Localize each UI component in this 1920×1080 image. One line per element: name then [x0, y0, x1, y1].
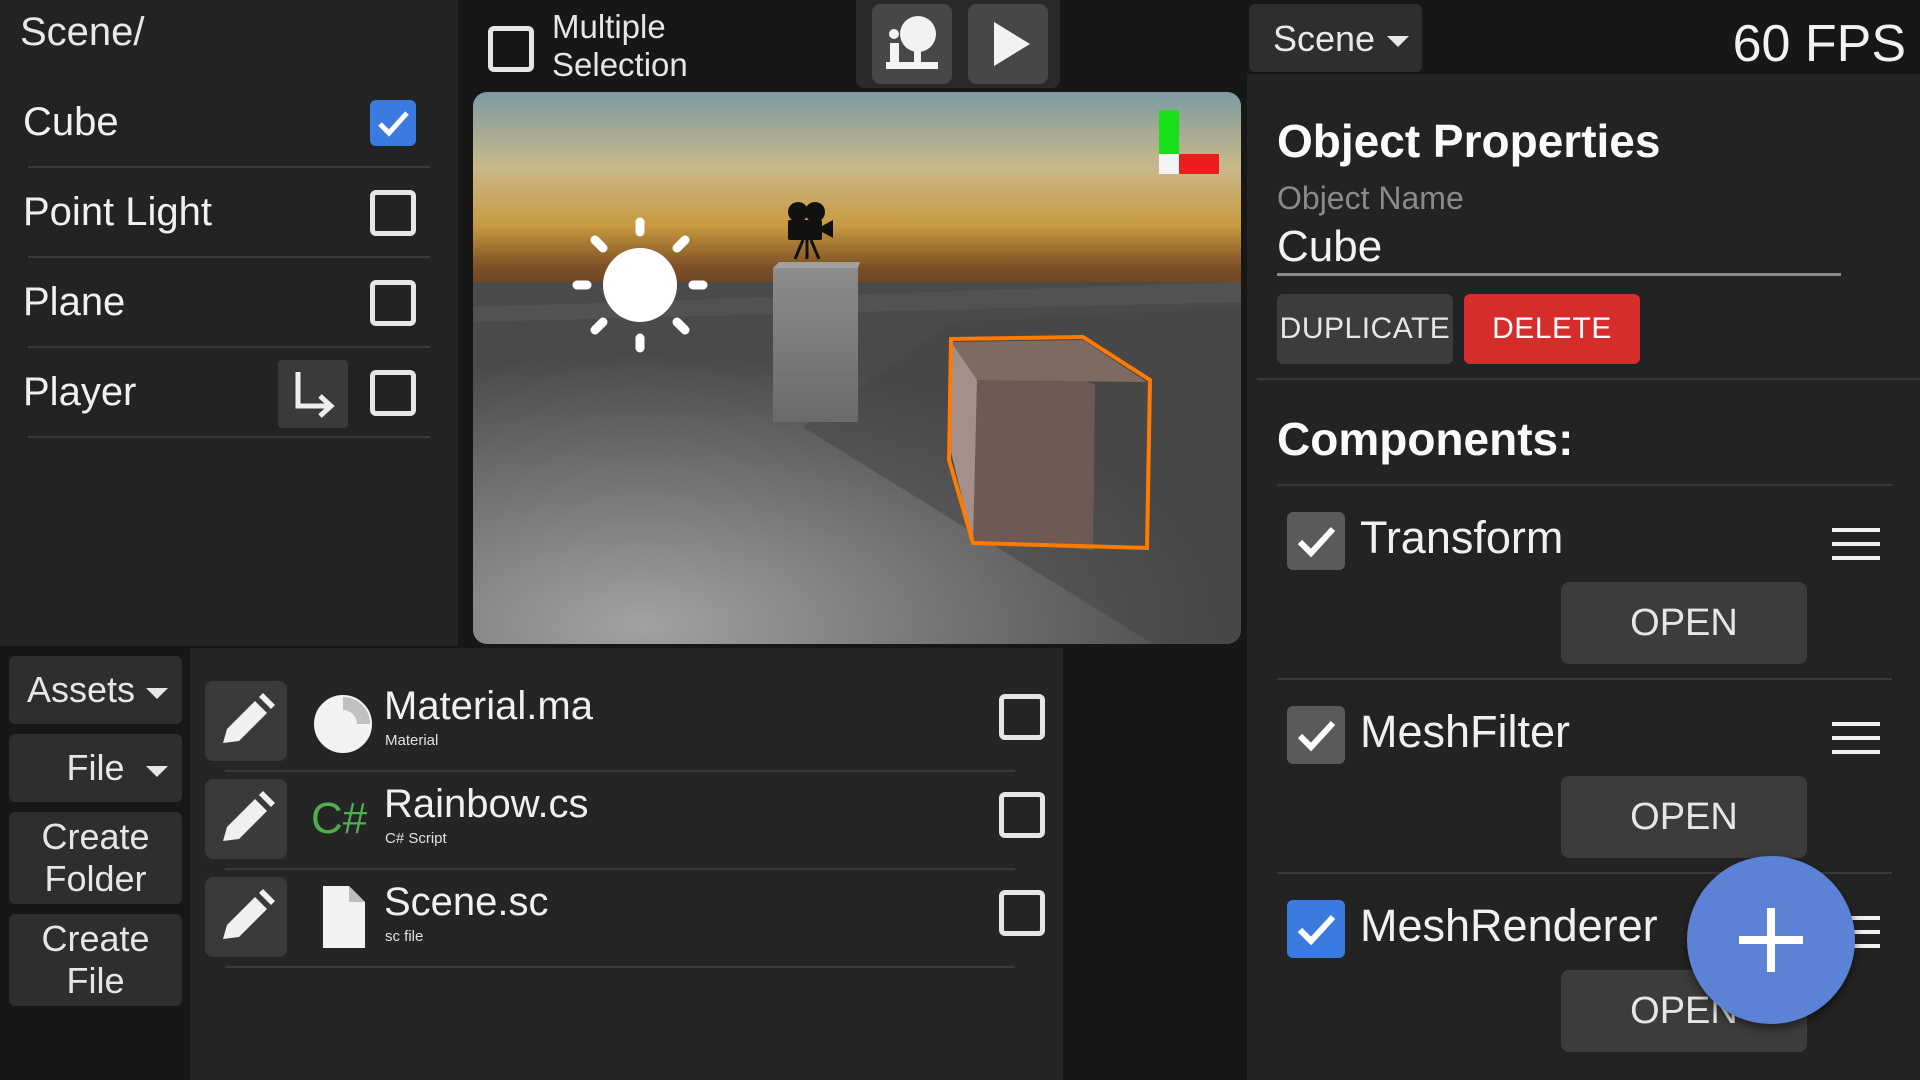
open-component-button[interactable]: OPEN [1561, 582, 1807, 664]
expand-children-button[interactable] [278, 360, 348, 428]
asset-name: Scene.sc [384, 880, 549, 924]
scene-viewport[interactable] [473, 92, 1241, 644]
asset-list: Material.ma Material C# Rainbow.cs C# Sc… [190, 648, 1063, 1080]
plus-icon [1739, 908, 1803, 972]
hierarchy-path: Scene/ [20, 10, 145, 54]
duplicate-button[interactable]: DUPLICATE [1277, 294, 1453, 364]
hierarchy-item-plane[interactable]: Plane [23, 258, 430, 348]
component-enabled-checkbox[interactable] [1287, 512, 1345, 570]
hierarchy-item-label: Plane [23, 280, 126, 324]
component-name: Transform [1360, 512, 1564, 563]
asset-item-material[interactable]: Material.ma Material [205, 674, 1045, 772]
component-transform: Transform OPEN [1277, 484, 1892, 678]
play-icon [994, 22, 1030, 66]
csharp-icon-text: C# [311, 794, 368, 843]
child-arrow-icon [295, 372, 335, 418]
object-name-field[interactable] [1277, 220, 1841, 276]
hierarchy-item-player[interactable]: Player [23, 348, 430, 438]
file-icon [307, 882, 377, 952]
assets-sidebar: Assets File Create Folder Create File [0, 648, 190, 1080]
rename-button[interactable] [205, 779, 287, 859]
multiple-selection-label: Multiple Selection [552, 8, 688, 83]
rename-button[interactable] [205, 681, 287, 761]
pencil-icon [223, 693, 275, 743]
drag-handle-icon[interactable] [1832, 722, 1880, 754]
pillar-object [773, 262, 860, 422]
scene-tool-icon [886, 16, 938, 69]
component-enabled-checkbox[interactable] [1287, 900, 1345, 958]
multiple-selection-checkbox[interactable] [488, 26, 534, 72]
check-icon [378, 111, 409, 137]
hierarchy-panel: Scene/ Cube Point Light Plane Player [0, 0, 458, 646]
file-dropdown[interactable]: File [9, 734, 182, 802]
components-title: Components: [1277, 413, 1574, 465]
create-file-label: Create File [41, 918, 150, 1001]
asset-type: C# Script [385, 830, 447, 847]
csharp-icon: C# [311, 784, 381, 854]
chevron-down-icon [146, 766, 168, 777]
asset-type: sc file [385, 928, 424, 945]
assets-dropdown[interactable]: Assets [9, 656, 182, 724]
scene-tool-button[interactable] [872, 4, 952, 84]
create-folder-label: Create Folder [41, 816, 150, 899]
asset-checkbox[interactable] [999, 792, 1045, 838]
component-meshfilter: MeshFilter OPEN [1277, 678, 1892, 872]
asset-item-rainbow[interactable]: C# Rainbow.cs C# Script [205, 772, 1045, 870]
check-icon [1297, 720, 1336, 752]
assets-dropdown-label: Assets [27, 669, 136, 710]
hierarchy-item-label: Cube [23, 100, 119, 144]
pencil-icon [223, 889, 275, 939]
hierarchy-item-checkbox[interactable] [370, 190, 416, 236]
create-file-button[interactable]: Create File [9, 914, 182, 1006]
tool-group [856, 0, 1060, 88]
component-enabled-checkbox[interactable] [1287, 706, 1345, 764]
object-name-label: Object Name [1277, 180, 1464, 216]
asset-item-scene[interactable]: Scene.sc sc file [205, 870, 1045, 968]
chevron-down-icon [1387, 36, 1409, 47]
hierarchy-item-checkbox[interactable] [370, 100, 416, 146]
component-name: MeshRenderer [1360, 900, 1658, 951]
material-icon [307, 686, 377, 756]
play-button[interactable] [968, 4, 1048, 84]
add-component-button[interactable] [1687, 856, 1855, 1024]
hierarchy-item-checkbox[interactable] [370, 370, 416, 416]
asset-checkbox[interactable] [999, 890, 1045, 936]
check-icon [1297, 914, 1336, 946]
create-folder-button[interactable]: Create Folder [9, 812, 182, 904]
pencil-icon [223, 791, 275, 841]
inspector-title: Object Properties [1277, 115, 1661, 167]
asset-type: Material [385, 732, 439, 749]
asset-checkbox[interactable] [999, 694, 1045, 740]
chevron-down-icon [146, 688, 168, 699]
open-component-button[interactable]: OPEN [1561, 776, 1807, 858]
divider [1257, 378, 1920, 380]
hierarchy-item-checkbox[interactable] [370, 280, 416, 326]
delete-button[interactable]: DELETE [1464, 294, 1640, 364]
fps-counter: 60 FPS [1732, 15, 1906, 73]
asset-name: Rainbow.cs [384, 782, 589, 826]
asset-name: Material.ma [384, 684, 593, 728]
hierarchy-item-label: Point Light [23, 190, 213, 234]
check-icon [1297, 526, 1336, 558]
component-name: MeshFilter [1360, 706, 1571, 757]
hierarchy-item-cube[interactable]: Cube [23, 78, 430, 168]
scene-dropdown[interactable]: Scene [1249, 4, 1422, 72]
rename-button[interactable] [205, 877, 287, 957]
hierarchy-item-point-light[interactable]: Point Light [23, 168, 430, 258]
scene-dropdown-label: Scene [1273, 18, 1376, 59]
drag-handle-icon[interactable] [1832, 528, 1880, 560]
file-dropdown-label: File [66, 747, 125, 788]
hierarchy-item-label: Player [23, 370, 137, 414]
